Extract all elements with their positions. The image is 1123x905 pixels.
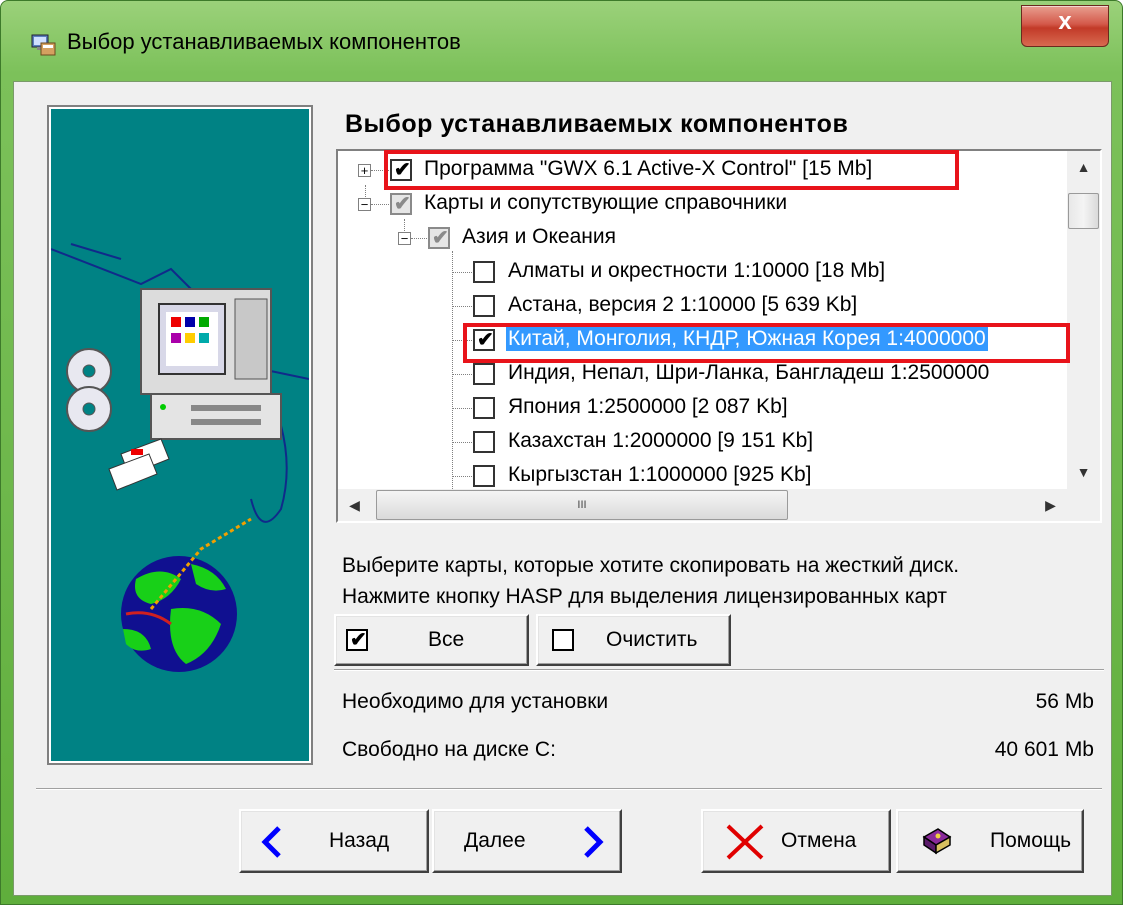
tree-item[interactable]: Астана, версия 2 1:10000 [5 639 Kb] — [338, 291, 1078, 325]
next-button[interactable]: Далее — [432, 809, 622, 873]
title-bar[interactable]: Выбор устанавливаемых компонентов x — [1, 1, 1122, 81]
collapse-minus-icon[interactable]: − — [398, 232, 411, 245]
highlight-box-china — [463, 323, 1070, 363]
tree-item[interactable]: Япония 1:2500000 [2 087 Kb] — [338, 393, 1078, 427]
clear-label: Очистить — [606, 628, 698, 651]
scroll-down-icon[interactable]: ▼ — [1067, 456, 1100, 489]
checkbox[interactable]: ✔ — [390, 193, 412, 215]
tree-item-label: Астана, версия 2 1:10000 [5 639 Kb] — [508, 293, 858, 316]
tree-line — [411, 238, 427, 240]
select-all-label: Все — [428, 628, 465, 651]
tree-item-label: Азия и Океания — [462, 225, 616, 248]
tree-item[interactable]: Казахстан 1:2000000 [9 151 Kb] — [338, 427, 1078, 461]
tree-line — [452, 408, 472, 410]
checkbox-icon — [552, 629, 574, 651]
tree-line — [452, 306, 472, 308]
scrollbar-corner — [1067, 489, 1100, 521]
tree-item-label: Алматы и окрестности 1:10000 [18 Mb] — [508, 259, 886, 282]
close-button[interactable]: x — [1021, 5, 1109, 47]
highlight-box-program — [384, 150, 959, 190]
checkbox[interactable]: ✔ — [428, 227, 450, 249]
cd-icon — [66, 348, 112, 432]
cancel-x-icon — [726, 824, 764, 860]
required-space-label: Необходимо для установки — [342, 690, 609, 713]
close-icon: x — [1058, 8, 1072, 35]
illustration-panel — [47, 105, 313, 765]
instructions-line-1: Выберите карты, которые хотите скопирова… — [342, 554, 960, 577]
tree-line — [452, 442, 472, 444]
tree-item-label: Япония 1:2500000 [2 087 Kb] — [508, 395, 788, 418]
checkbox[interactable] — [473, 363, 495, 385]
vertical-scrollbar[interactable]: ▲ ▼ — [1067, 151, 1100, 489]
scroll-left-icon[interactable]: ◀ — [338, 489, 371, 522]
tree-item-label: Казахстан 1:2000000 [9 151 Kb] — [508, 429, 814, 452]
vertical-scroll-thumb[interactable] — [1068, 193, 1099, 229]
window-title: Выбор устанавливаемых компонентов — [67, 29, 461, 54]
dialog-client-area: Выбор устанавливаемых компонентов + ✔ Пр… — [13, 81, 1112, 896]
free-space-value: 40 601 Mb — [994, 738, 1094, 761]
scroll-up-icon[interactable]: ▲ — [1067, 151, 1100, 184]
tree-line — [452, 476, 472, 478]
checkbox[interactable] — [473, 431, 495, 453]
tree-item[interactable]: Алматы и окрестности 1:10000 [18 Mb] — [338, 257, 1078, 291]
instructions-line-2: Нажмите кнопку HASP для выделения лиценз… — [342, 585, 948, 608]
checkbox[interactable] — [473, 397, 495, 419]
divider — [36, 788, 1102, 790]
instructions-text: Выберите карты, которые хотите скопирова… — [342, 550, 959, 612]
next-label: Далее — [464, 829, 526, 852]
globe-icon — [121, 517, 252, 672]
tree-item[interactable]: − ✔ Карты и сопутствующие справочники — [338, 189, 1078, 223]
tree-item-label: Кыргызстан 1:1000000 [925 Kb] — [508, 463, 812, 486]
back-label: Назад — [329, 829, 390, 852]
help-label: Помощь — [990, 829, 1072, 852]
horizontal-scrollbar[interactable]: ◀ III ▶ — [338, 489, 1067, 521]
tree-item[interactable]: Индия, Непал, Шри-Ланка, Бангладеш 1:250… — [338, 359, 1078, 393]
tree-item-label: Карты и сопутствующие справочники — [424, 191, 788, 214]
checkbox[interactable] — [473, 261, 495, 283]
help-book-icon — [922, 828, 952, 855]
checkbox[interactable] — [473, 295, 495, 317]
scroll-right-icon[interactable]: ▶ — [1034, 489, 1067, 522]
setup-icon — [31, 34, 56, 56]
tree-item[interactable]: − ✔ Азия и Океания — [338, 223, 1078, 257]
installer-window: Выбор устанавливаемых компонентов x Выбо… — [0, 0, 1123, 905]
tree-line — [452, 374, 472, 376]
tree-line — [452, 272, 472, 274]
cancel-button[interactable]: Отмена — [701, 809, 891, 873]
tree-item-label: Индия, Непал, Шри-Ланка, Бангладеш 1:250… — [508, 361, 990, 384]
check-icon: ✔ — [432, 227, 449, 249]
section-heading: Выбор устанавливаемых компонентов — [345, 110, 849, 138]
select-all-button[interactable]: ✔ Все — [334, 614, 529, 666]
back-button[interactable]: Назад — [239, 809, 429, 873]
checkbox[interactable] — [473, 465, 495, 487]
computer-illustration — [50, 243, 310, 672]
required-space-value: 56 Mb — [1035, 690, 1094, 713]
back-arrow-icon — [261, 826, 281, 858]
collapse-minus-icon[interactable]: − — [358, 198, 371, 211]
cancel-label: Отмена — [781, 829, 857, 852]
expand-plus-icon[interactable]: + — [358, 164, 371, 177]
checkbox-icon: ✔ — [346, 629, 368, 651]
computer-icon — [140, 288, 282, 440]
tree-line — [371, 204, 389, 206]
check-icon: ✔ — [350, 629, 367, 651]
floppy-icon — [108, 438, 170, 491]
check-icon: ✔ — [394, 193, 411, 215]
free-space-label: Свободно на диске С: — [342, 738, 556, 761]
divider — [334, 669, 1104, 671]
clear-button[interactable]: Очистить — [536, 614, 731, 666]
next-arrow-icon — [584, 826, 604, 858]
help-button[interactable]: Помощь — [896, 809, 1084, 873]
horizontal-scroll-thumb[interactable]: III — [376, 490, 788, 520]
